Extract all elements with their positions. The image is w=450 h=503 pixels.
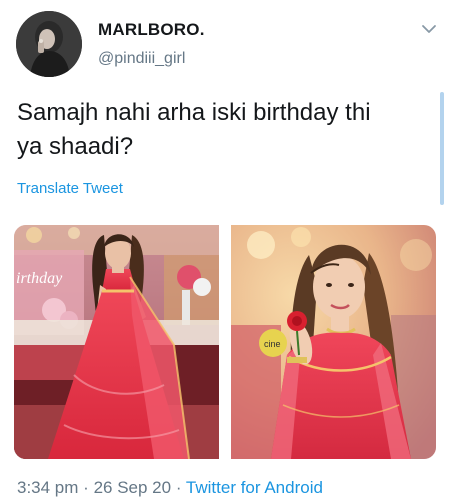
avatar-photo [16,11,82,77]
tweet-date[interactable]: 26 Sep 20 [94,478,172,497]
tweet-meta: 3:34 pm · 26 Sep 20 · Twitter for Androi… [17,478,323,498]
photo-left[interactable]: irthday [14,225,219,459]
photo-right[interactable]: cine [231,225,436,459]
avatar[interactable] [16,11,82,77]
translate-tweet-link[interactable]: Translate Tweet [17,180,123,197]
user-handle[interactable]: @pindiii_girl [98,50,185,68]
chevron-down-icon[interactable] [420,22,438,36]
tweet-text: Samajh nahi arha iski birthday thi ya sh… [17,99,371,160]
media-grid: irthday cine [14,225,436,459]
badge-text: cine [264,339,281,349]
tweet-time[interactable]: 3:34 pm [17,478,78,497]
scrollbar[interactable] [440,92,444,205]
meta-separator: · [83,478,89,497]
meta-separator: · [175,478,182,497]
display-name[interactable]: MARLBORO. [98,20,205,40]
tweet-source[interactable]: Twitter for Android [186,478,323,497]
backdrop-text: irthday [16,270,63,287]
